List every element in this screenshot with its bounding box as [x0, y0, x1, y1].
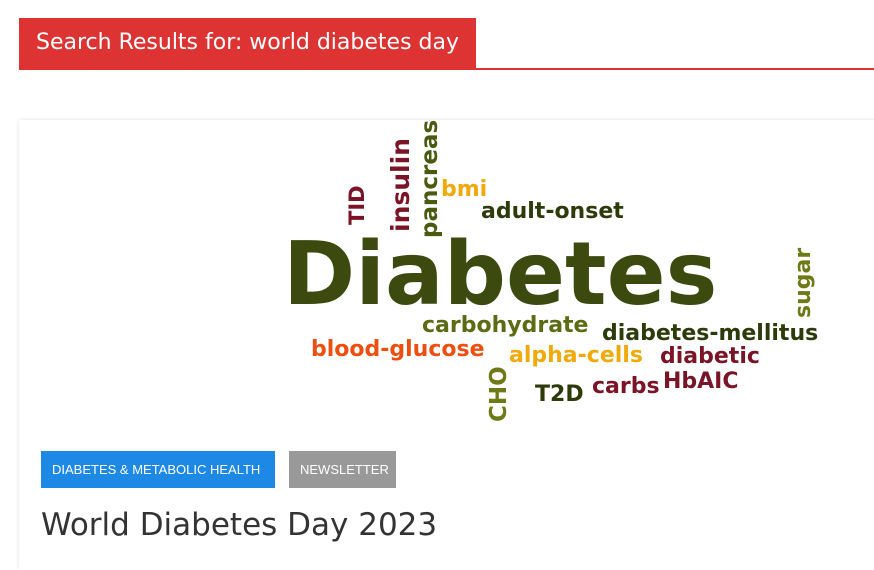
word-carbs: carbs	[592, 374, 660, 399]
word-pancreas: pancreas	[417, 120, 443, 238]
category-tag-newsletter[interactable]: NEWSLETTER	[289, 451, 396, 488]
word-alpha-cells: alpha-cells	[509, 343, 643, 368]
word-sugar: sugar	[791, 248, 816, 318]
word-cho: CHO	[486, 366, 512, 422]
word-insulin: insulin	[386, 138, 415, 232]
word-blood-glucose: blood-glucose	[311, 337, 485, 362]
word-adult-onset: adult-onset	[481, 199, 624, 224]
word-hbaic: HbAIC	[663, 369, 739, 394]
word-carbohydrate: carbohydrate	[422, 313, 588, 338]
category-tag-diabetes-metabolic-health[interactable]: DIABETES & METABOLIC HEALTH	[41, 451, 275, 488]
word-diabetes: Diabetes	[283, 223, 717, 325]
post-title-link[interactable]: World Diabetes Day 2023	[41, 505, 437, 545]
word-tid: TID	[345, 185, 369, 225]
word-t2d: T2D	[535, 382, 584, 407]
word-diabetic: diabetic	[660, 344, 760, 369]
